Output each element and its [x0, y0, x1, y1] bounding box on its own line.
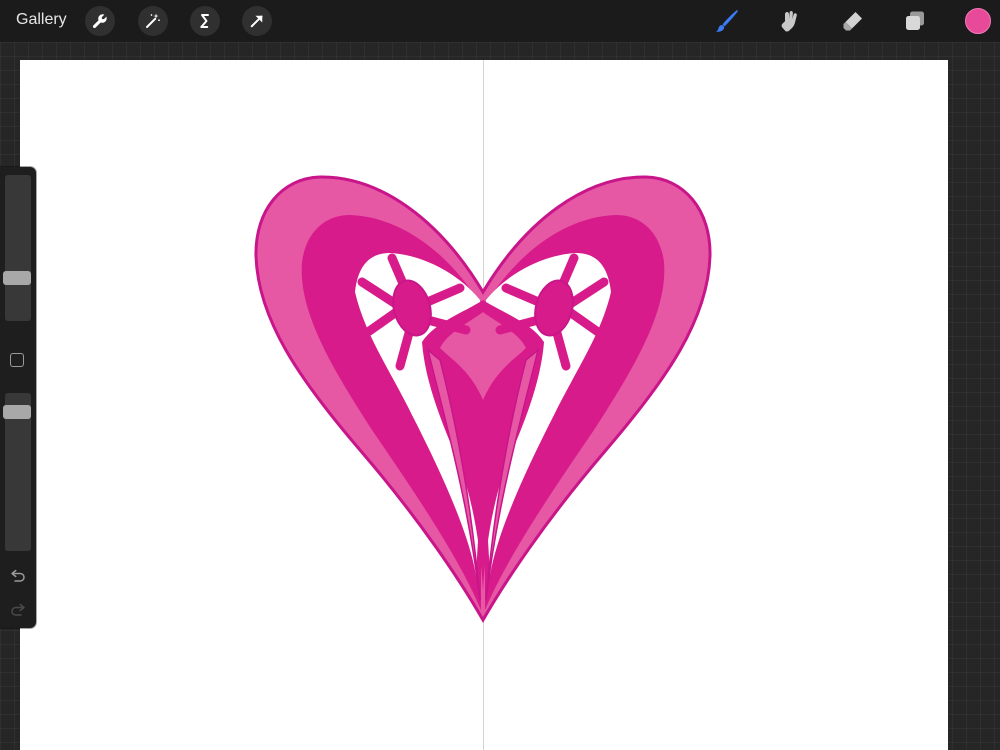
- redo-button[interactable]: [8, 599, 28, 619]
- brush-icon: [716, 10, 738, 32]
- opacity-thumb[interactable]: [3, 404, 31, 419]
- gallery-button[interactable]: Gallery: [16, 10, 67, 30]
- selection-button[interactable]: [190, 6, 220, 36]
- redo-icon: [11, 603, 25, 616]
- layers-button[interactable]: [900, 6, 930, 36]
- brush-size-slider[interactable]: [5, 175, 31, 321]
- heart-artwork: [254, 175, 712, 624]
- transform-button[interactable]: [242, 6, 272, 36]
- selection-icon: [200, 14, 209, 28]
- color-picker-button[interactable]: [965, 8, 991, 34]
- magic-wand-icon: [146, 13, 160, 28]
- drawing-canvas[interactable]: [20, 60, 948, 750]
- top-toolbar: Gallery: [0, 0, 1000, 42]
- left-sidebar: [0, 167, 36, 628]
- brush-size-thumb[interactable]: [3, 271, 31, 286]
- adjustments-button[interactable]: [138, 6, 168, 36]
- layers-icon: [906, 11, 924, 30]
- wrench-icon: [92, 14, 107, 29]
- undo-button[interactable]: [8, 565, 28, 585]
- modify-button[interactable]: [10, 353, 24, 367]
- transform-arrow-icon: [250, 15, 263, 28]
- eraser-icon: [843, 12, 862, 31]
- eraser-button[interactable]: [838, 6, 868, 36]
- undo-icon: [11, 569, 25, 582]
- smudge-icon: [781, 11, 797, 32]
- actions-button[interactable]: [85, 6, 115, 36]
- brush-button[interactable]: [712, 6, 742, 36]
- procreate-app: Gallery: [0, 0, 1000, 750]
- smudge-button[interactable]: [775, 6, 805, 36]
